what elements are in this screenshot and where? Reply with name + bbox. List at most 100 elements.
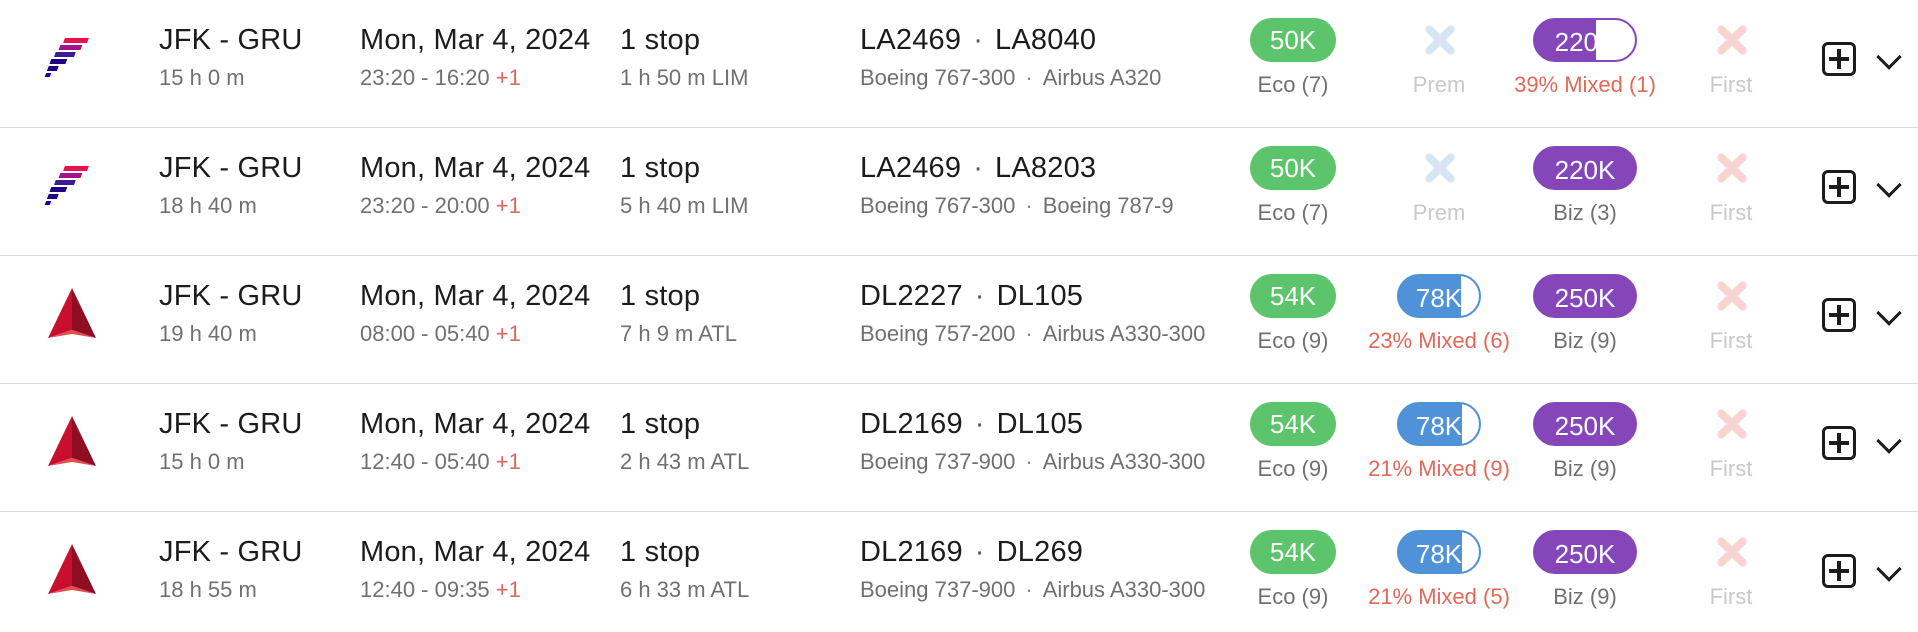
first-label: First xyxy=(1709,200,1753,225)
stops: 1 stop xyxy=(620,280,701,312)
chevron-down-icon[interactable] xyxy=(1876,172,1902,198)
flight-number: LA2469 xyxy=(860,24,962,56)
business-label: 39% Mixed (1) xyxy=(1514,72,1656,97)
economy-price-badge[interactable]: 50K xyxy=(1250,18,1336,62)
stops: 1 stop xyxy=(620,536,701,568)
flight-number: LA8203 xyxy=(995,152,1097,184)
cabin-premium[interactable]: 78K 23% Mixed (6) xyxy=(1364,274,1514,355)
separator-dot: · xyxy=(974,536,985,568)
business-price-badge[interactable]: 250K xyxy=(1533,402,1637,446)
day-offset: +1 xyxy=(495,321,521,346)
plus-square-icon[interactable] xyxy=(1822,170,1856,204)
chevron-down-icon[interactable] xyxy=(1876,428,1902,454)
aircraft: Airbus A330-300 xyxy=(1042,321,1206,346)
economy-price-badge[interactable]: 54K xyxy=(1250,274,1336,318)
aircraft: Airbus A330-300 xyxy=(1042,577,1206,602)
duration: 18 h 40 m xyxy=(159,193,257,218)
business-label: Biz (9) xyxy=(1553,328,1617,353)
latam-logo-icon xyxy=(40,24,104,88)
cabin-premium[interactable]: 78K 21% Mixed (5) xyxy=(1364,530,1514,611)
cabin-premium: Prem xyxy=(1364,18,1514,99)
premium-label: Prem xyxy=(1412,72,1466,97)
flight-number: LA8040 xyxy=(995,24,1097,56)
flight-number: LA2469 xyxy=(860,152,962,184)
mixed-fill xyxy=(1460,276,1479,316)
flight-number: DL2169 xyxy=(860,408,963,440)
cabin-economy[interactable]: 54K Eco (9) xyxy=(1218,274,1368,355)
stops: 1 stop xyxy=(620,152,701,184)
premium-price-badge[interactable]: 78K xyxy=(1397,530,1481,574)
premium-label: 21% Mixed (9) xyxy=(1368,456,1510,481)
business-price-badge[interactable]: 250K xyxy=(1533,274,1637,318)
cabin-economy[interactable]: 54K Eco (9) xyxy=(1218,530,1368,611)
flight-row[interactable]: JFK - GRU 18 h 55 m Mon, Mar 4, 2024 12:40 … xyxy=(0,512,1918,632)
aircraft: Boeing 787-9 xyxy=(1042,193,1174,218)
separator-dot: · xyxy=(1025,193,1033,218)
stops: 1 stop xyxy=(620,408,701,440)
first-label: First xyxy=(1709,584,1753,609)
day-offset: +1 xyxy=(495,577,521,602)
layover: 2 h 43 m ATL xyxy=(620,449,750,474)
cabin-business[interactable]: 250K Biz (9) xyxy=(1510,274,1660,355)
cabin-first: First xyxy=(1656,18,1806,99)
cabin-economy[interactable]: 54K Eco (9) xyxy=(1218,402,1368,483)
flight-row[interactable]: JFK - GRU 15 h 0 m Mon, Mar 4, 2024 23:20 -… xyxy=(0,0,1918,128)
chevron-down-icon[interactable] xyxy=(1876,556,1902,582)
cabin-business[interactable]: 250K Biz (9) xyxy=(1510,402,1660,483)
business-price-badge[interactable]: 250K xyxy=(1533,530,1637,574)
flight-row[interactable]: JFK - GRU 19 h 40 m Mon, Mar 4, 2024 08:00 … xyxy=(0,256,1918,384)
premium-label: 23% Mixed (6) xyxy=(1368,328,1510,353)
chevron-down-icon[interactable] xyxy=(1876,300,1902,326)
premium-price-badge[interactable]: 78K xyxy=(1397,402,1481,446)
separator-dot: · xyxy=(973,24,984,56)
flight-number: DL105 xyxy=(996,408,1084,440)
flight-row[interactable]: JFK - GRU 18 h 40 m Mon, Mar 4, 2024 23:20 … xyxy=(0,128,1918,256)
aircraft: Boeing 767-300 xyxy=(860,65,1016,90)
departure-date: Mon, Mar 4, 2024 xyxy=(360,536,591,568)
times: 08:00 - 05:40 xyxy=(360,321,490,346)
business-price-badge[interactable]: 220K xyxy=(1533,18,1637,62)
layover: 6 h 33 m ATL xyxy=(620,577,750,602)
layover: 1 h 50 m LIM xyxy=(620,65,749,90)
plus-square-icon[interactable] xyxy=(1822,426,1856,460)
layover: 7 h 9 m ATL xyxy=(620,321,737,346)
business-price-badge[interactable]: 220K xyxy=(1533,146,1637,190)
economy-price-badge[interactable]: 54K xyxy=(1250,402,1336,446)
cabin-economy[interactable]: 50K Eco (7) xyxy=(1218,18,1368,99)
day-offset: +1 xyxy=(495,449,521,474)
cabin-premium: Prem xyxy=(1364,146,1514,227)
route: JFK - GRU xyxy=(159,24,303,56)
times: 12:40 - 05:40 xyxy=(360,449,490,474)
plus-square-icon[interactable] xyxy=(1822,42,1856,76)
economy-price-badge[interactable]: 50K xyxy=(1250,146,1336,190)
route: JFK - GRU xyxy=(159,280,303,312)
cabin-economy[interactable]: 50K Eco (7) xyxy=(1218,146,1368,227)
separator-dot: · xyxy=(974,408,985,440)
chevron-down-icon[interactable] xyxy=(1876,44,1902,70)
first-label: First xyxy=(1709,456,1753,481)
departure-date: Mon, Mar 4, 2024 xyxy=(360,280,591,312)
cabin-premium[interactable]: 78K 21% Mixed (9) xyxy=(1364,402,1514,483)
plus-square-icon[interactable] xyxy=(1822,298,1856,332)
aircraft: Boeing 737-900 xyxy=(860,449,1016,474)
delta-logo-icon xyxy=(40,408,104,472)
day-offset: +1 xyxy=(495,193,521,218)
first-label: First xyxy=(1709,328,1753,353)
economy-price-badge[interactable]: 54K xyxy=(1250,530,1336,574)
aircraft: Boeing 767-300 xyxy=(860,193,1016,218)
cabin-first: First xyxy=(1656,402,1806,483)
departure-date: Mon, Mar 4, 2024 xyxy=(360,152,591,184)
times: 12:40 - 09:35 xyxy=(360,577,490,602)
duration: 15 h 0 m xyxy=(159,65,245,90)
cabin-business[interactable]: 220K Biz (3) xyxy=(1510,146,1660,227)
cabin-business[interactable]: 250K Biz (9) xyxy=(1510,530,1660,611)
economy-label: Eco (7) xyxy=(1257,72,1329,97)
economy-label: Eco (9) xyxy=(1257,456,1329,481)
flight-row[interactable]: JFK - GRU 15 h 0 m Mon, Mar 4, 2024 12:40 -… xyxy=(0,384,1918,512)
premium-price-badge[interactable]: 78K xyxy=(1397,274,1481,318)
plus-square-icon[interactable] xyxy=(1822,554,1856,588)
flight-number: DL105 xyxy=(996,280,1084,312)
economy-label: Eco (7) xyxy=(1257,200,1329,225)
cabin-business[interactable]: 220K 39% Mixed (1) xyxy=(1510,18,1660,99)
cabin-first: First xyxy=(1656,530,1806,611)
